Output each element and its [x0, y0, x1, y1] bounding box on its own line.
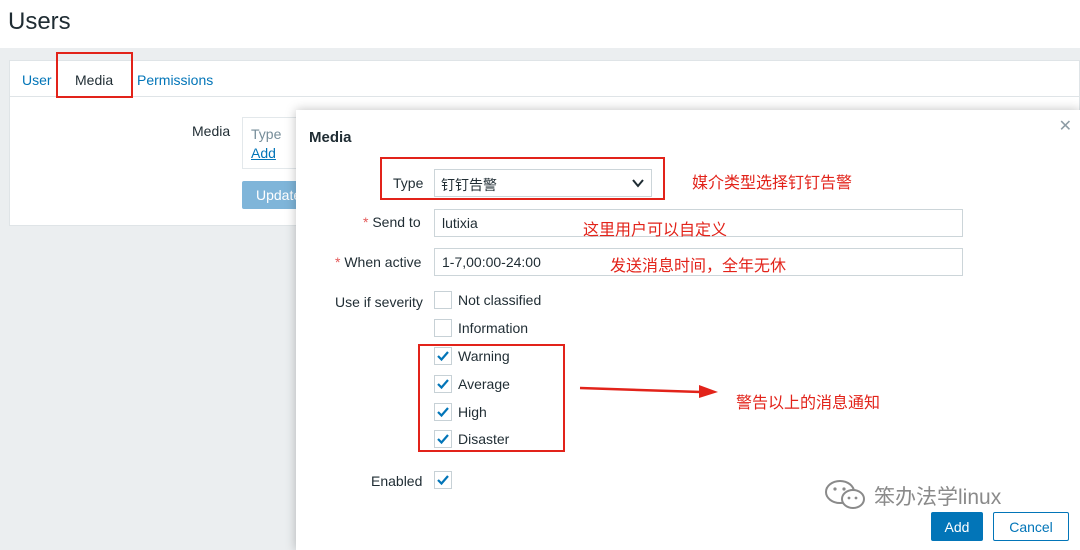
enabled-checkbox[interactable] [434, 471, 452, 489]
media-field-label: Media [192, 123, 231, 139]
when-active-value: 1-7,00:00-24:00 [442, 254, 541, 270]
severity-label-text: Information [458, 320, 529, 336]
when-active-label-text: When active [344, 254, 422, 270]
severity-annotation: 警告以上的消息通知 [736, 395, 881, 412]
page-title: Users [8, 8, 71, 35]
type-highlight-box [380, 157, 665, 200]
type-annotation: 媒介类型选择钉钉告警 [692, 175, 853, 192]
media-table-type-header: Type [251, 126, 282, 142]
severity-label-text: Not classified [458, 292, 542, 308]
update-button[interactable]: Update [242, 181, 302, 209]
tab-media-highlight-box [56, 52, 133, 98]
when-active-annotation: 发送消息时间，全年无休 [610, 258, 787, 275]
tab-user[interactable]: User [22, 72, 52, 88]
arrow-icon [579, 385, 718, 398]
send-to-annotation: 这里用户可以自定义 [583, 222, 728, 239]
tab-bar: User Media Permissions [10, 61, 1079, 97]
send-to-label: * Send to [363, 214, 421, 230]
tab-permissions[interactable]: Permissions [137, 72, 213, 88]
dialog-title: Media [309, 129, 352, 146]
send-to-value: lutixia [442, 215, 478, 231]
add-button[interactable]: Add [931, 512, 983, 541]
wechat-icon [825, 480, 865, 509]
severity-label: Use if severity [335, 294, 423, 310]
checkmark-icon [437, 475, 449, 486]
severity-highlight-box [418, 344, 565, 452]
page-header: Users [0, 0, 1080, 48]
media-table: Type Add [242, 117, 302, 169]
media-dialog: Media ✕ Type 钉钉告警 媒介类型选择钉钉告警 * Send to l… [296, 110, 1080, 550]
severity-checkbox[interactable] [434, 319, 452, 337]
watermark-text: 笨办法学linux [874, 486, 1002, 509]
severity-checkbox[interactable] [434, 291, 452, 309]
cancel-button[interactable]: Cancel [993, 512, 1069, 541]
close-icon[interactable]: ✕ [1059, 116, 1072, 136]
watermark: 笨办法学linux [824, 478, 1054, 512]
send-to-label-text: Send to [372, 214, 421, 230]
media-add-link[interactable]: Add [251, 145, 276, 161]
enabled-label: Enabled [371, 473, 423, 489]
when-active-label: * When active [335, 254, 422, 270]
